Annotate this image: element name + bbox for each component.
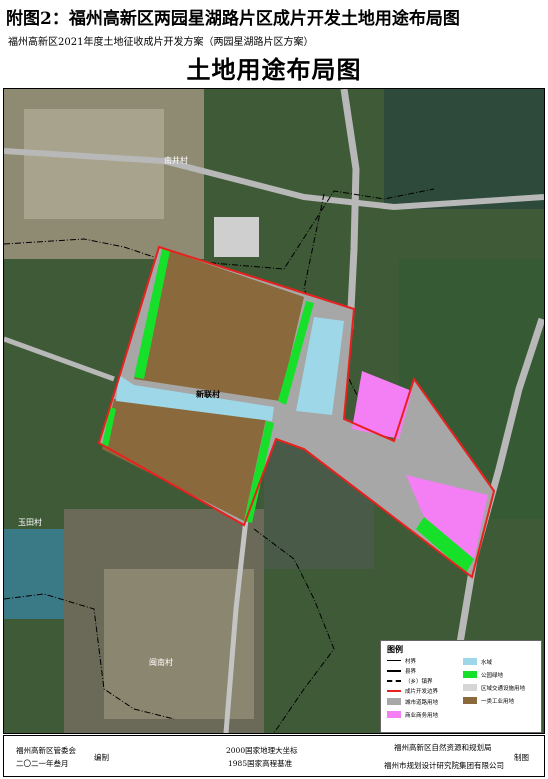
- footer-right-action: 制图: [514, 753, 529, 762]
- road-land-symbol: [387, 698, 401, 705]
- map-canvas[interactable]: [4, 89, 544, 733]
- legend-label-development-boundary: 成片开发边界: [405, 689, 439, 695]
- footer-right-org2: 福州市规划设计研究院集团有限公司: [384, 761, 504, 770]
- map-frame[interactable]: 南井村 新联村 玉田村 闽南村: [3, 88, 545, 734]
- footer: 福州高新区管委会 二〇二一年叁月 编制 2000国家地理大坐标 1985国家高程…: [3, 735, 545, 777]
- page-subtitle: 福州高新区2021年度土地征收成片开发方案（两园星湖路片区方案）: [8, 37, 314, 48]
- legend-label-road-land: 城市道路用地: [405, 700, 439, 706]
- footer-center-line1: 2000国家地理大坐标: [226, 746, 298, 755]
- village-label-xinlian: 新联村: [196, 390, 220, 399]
- footer-center-line2: 1985国家高程基准: [228, 759, 293, 768]
- map-title: 土地用途布局图: [186, 55, 362, 84]
- village-label-yutian: 玉田村: [18, 518, 42, 527]
- town-boundary-symbol: [387, 680, 401, 682]
- building-sw: [4, 529, 64, 619]
- commercial-land-symbol: [387, 711, 401, 718]
- transport-land-symbol: [463, 684, 477, 691]
- footer-left-date: 二〇二一年叁月: [16, 759, 69, 768]
- page-title: 附图2：福州高新区两园星湖路片区成片开发土地用途布局图: [6, 9, 460, 29]
- water-symbol: [463, 658, 477, 665]
- legend-label-water: 水域: [481, 660, 493, 666]
- greenhouse-area: [384, 89, 544, 209]
- village-label-nanjing: 南井村: [164, 156, 188, 165]
- village-boundary-symbol: [387, 660, 401, 661]
- legend-title: 图例: [387, 645, 403, 654]
- map-legend: 图例 村界 县界 （乡）镇界 成片开发边界 城市道路用地 商业商务用地 水域 公…: [380, 640, 542, 733]
- footer-right-org1: 福州高新区自然资源和规划局: [394, 743, 492, 752]
- building-n: [214, 217, 259, 257]
- footer-left-org: 福州高新区管委会: [16, 746, 76, 755]
- legend-label-town-boundary: （乡）镇界: [405, 679, 433, 685]
- legend-label-commercial-land: 商业商务用地: [405, 713, 439, 719]
- industrial-land-symbol: [463, 697, 477, 704]
- park-green-symbol: [463, 671, 477, 678]
- village-label-minnan: 闽南村: [149, 658, 173, 667]
- bare-land-nw-2: [24, 109, 164, 219]
- legend-label-transport-land: 区域交通设施用地: [481, 686, 526, 692]
- legend-label-industrial-land: 一类工业用地: [481, 699, 515, 705]
- development-boundary-symbol: [387, 690, 401, 692]
- legend-label-county-boundary: 县界: [405, 669, 417, 675]
- legend-label-village-boundary: 村界: [405, 659, 417, 665]
- footer-left-action: 编制: [94, 753, 109, 762]
- county-boundary-symbol: [387, 670, 401, 672]
- legend-label-park-green: 公园绿地: [481, 673, 504, 679]
